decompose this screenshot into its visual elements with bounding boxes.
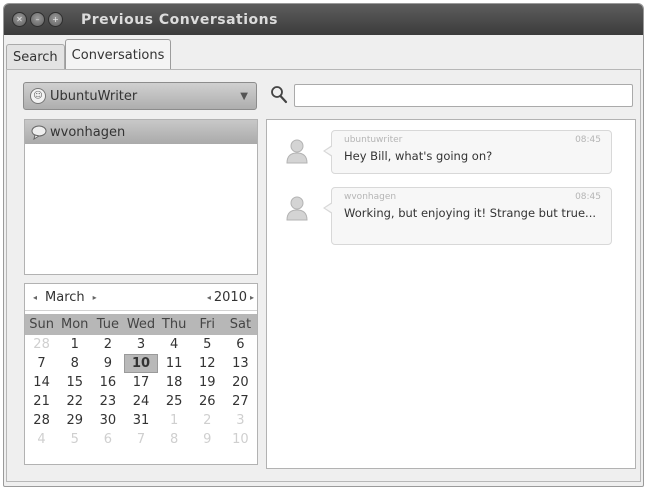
calendar-day[interactable]: 6	[91, 430, 124, 449]
contact-item-wvonhagen[interactable]: wvonhagen	[25, 120, 257, 144]
account-dropdown-value: UbuntuWriter	[50, 88, 138, 104]
account-icon: ☺	[30, 88, 46, 104]
calendar-day[interactable]: 19	[191, 373, 224, 392]
calendar-day[interactable]: 24	[124, 392, 157, 411]
message-bubble: ubuntuwriter 08:45 Hey Bill, what's goin…	[323, 130, 612, 174]
next-month-button[interactable]: ▸	[85, 293, 105, 302]
tab-bar: Search Conversations	[6, 38, 172, 70]
calendar-week: 7 8 9 10 11 12 13	[25, 354, 257, 373]
calendar-day[interactable]: 27	[224, 392, 257, 411]
search-icon	[271, 86, 288, 104]
maximize-button[interactable]: +	[48, 12, 63, 27]
calendar-week: 28 1 2 3 4 5 6	[25, 335, 257, 354]
calendar-year-group: ◂ 2010 ▸	[204, 290, 257, 305]
chat-bubble-icon	[31, 125, 47, 140]
search-input[interactable]	[294, 84, 633, 107]
calendar-day[interactable]: 9	[191, 430, 224, 449]
weekday-header-row: Sun Mon Tue Wed Thu Fri Sat	[25, 314, 257, 335]
maximize-icon: +	[52, 14, 59, 24]
account-dropdown[interactable]: ☺ UbuntuWriter ▼	[23, 82, 257, 110]
prev-month-button[interactable]: ◂	[25, 293, 45, 302]
user-avatar-icon	[286, 139, 308, 164]
calendar-day[interactable]: 8	[58, 354, 91, 373]
message-text: Working, but enjoying it! Strange but tr…	[344, 206, 597, 220]
calendar-day[interactable]: 7	[25, 354, 58, 373]
contact-list: wvonhagen	[24, 119, 258, 275]
calendar-day[interactable]: 4	[158, 335, 191, 354]
title-bar: ✕ – + Previous Conversations	[4, 4, 643, 35]
next-year-button[interactable]: ▸	[247, 293, 257, 302]
calendar-day[interactable]: 29	[58, 411, 91, 430]
calendar-day[interactable]: 30	[91, 411, 124, 430]
window-title: Previous Conversations	[81, 11, 278, 28]
calendar-day[interactable]: 11	[158, 354, 191, 373]
calendar-day[interactable]: 23	[91, 392, 124, 411]
minimize-button[interactable]: –	[30, 12, 45, 27]
weekday-label: Fri	[199, 317, 216, 332]
calendar-day[interactable]: 10	[224, 430, 257, 449]
calendar-day[interactable]: 18	[158, 373, 191, 392]
close-icon: ✕	[16, 14, 23, 24]
calendar-day[interactable]: 22	[58, 392, 91, 411]
calendar-day[interactable]: 2	[91, 335, 124, 354]
calendar-day[interactable]: 3	[124, 335, 157, 354]
weekday-label: Sat	[229, 317, 252, 332]
calendar-day[interactable]: 8	[158, 430, 191, 449]
weekday-label: Tue	[96, 317, 119, 332]
weekday-label: Wed	[126, 317, 156, 332]
calendar-day[interactable]: 31	[124, 411, 157, 430]
calendar: ◂ March ▸ ◂ 2010 ▸ Sun Mon Tue Wed Thu F…	[24, 283, 258, 465]
calendar-day[interactable]: 5	[191, 335, 224, 354]
user-avatar-icon	[286, 196, 308, 221]
message-time: 08:45	[575, 192, 601, 202]
message-time: 08:45	[575, 135, 601, 145]
calendar-header: ◂ March ▸ ◂ 2010 ▸	[25, 284, 257, 311]
calendar-day[interactable]: 28	[25, 411, 58, 430]
calendar-day[interactable]: 13	[224, 354, 257, 373]
calendar-day[interactable]: 1	[58, 335, 91, 354]
calendar-day[interactable]: 6	[224, 335, 257, 354]
message-sender: ubuntuwriter	[344, 135, 403, 145]
calendar-day[interactable]: 21	[25, 392, 58, 411]
weekday-label: Sun	[29, 317, 54, 332]
calendar-day[interactable]: 20	[224, 373, 257, 392]
tab-conversations[interactable]: Conversations	[64, 39, 172, 70]
conversation-view: ubuntuwriter 08:45 Hey Bill, what's goin…	[266, 119, 636, 469]
calendar-day[interactable]: 9	[91, 354, 124, 373]
calendar-week: 4 5 6 7 8 9 10	[25, 430, 257, 449]
calendar-day[interactable]: 2	[191, 411, 224, 430]
calendar-day[interactable]: 3	[224, 411, 257, 430]
weekday-label: Mon	[61, 317, 89, 332]
calendar-day[interactable]: 16	[91, 373, 124, 392]
close-button[interactable]: ✕	[12, 12, 27, 27]
calendar-day[interactable]: 5	[58, 430, 91, 449]
message-text: Hey Bill, what's going on?	[344, 149, 493, 163]
calendar-year: 2010	[213, 289, 247, 305]
calendar-week: 28 29 30 31 1 2 3	[25, 411, 257, 430]
calendar-day[interactable]: 17	[124, 373, 157, 392]
calendar-day[interactable]: 14	[25, 373, 58, 392]
calendar-day[interactable]: 7	[124, 430, 157, 449]
calendar-day[interactable]: 15	[58, 373, 91, 392]
calendar-day[interactable]: 28	[25, 335, 58, 354]
weekday-label: Thu	[161, 317, 187, 332]
calendar-day[interactable]: 1	[158, 411, 191, 430]
calendar-week: 14 15 16 17 18 19 20	[25, 373, 257, 392]
calendar-grid: Sun Mon Tue Wed Thu Fri Sat 28 1 2 3 4 5…	[25, 314, 257, 449]
calendar-day[interactable]: 4	[25, 430, 58, 449]
message-bubble: wvonhagen 08:45 Working, but enjoying it…	[323, 187, 612, 245]
tab-search[interactable]: Search	[6, 44, 65, 70]
calendar-day[interactable]: 26	[191, 392, 224, 411]
contact-name: wvonhagen	[50, 124, 126, 140]
minimize-icon: –	[35, 14, 40, 24]
calendar-day[interactable]: 25	[158, 392, 191, 411]
calendar-month: March	[45, 289, 85, 305]
calendar-day[interactable]: 12	[191, 354, 224, 373]
message-sender: wvonhagen	[344, 192, 397, 202]
calendar-week: 21 22 23 24 25 26 27	[25, 392, 257, 411]
calendar-day-selected[interactable]: 10	[124, 354, 158, 373]
dropdown-arrow-icon: ▼	[240, 90, 248, 102]
prev-year-button[interactable]: ◂	[204, 293, 214, 302]
